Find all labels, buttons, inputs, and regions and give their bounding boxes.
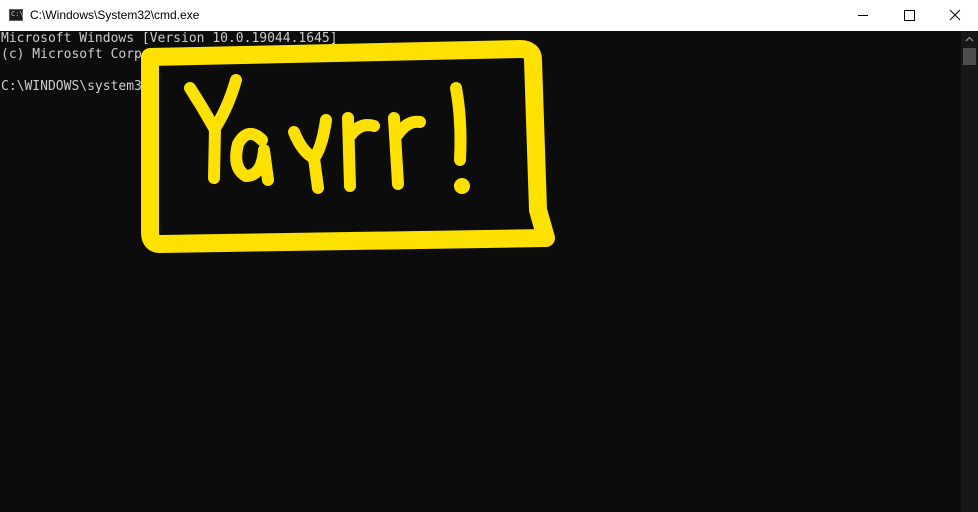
scroll-up-arrow-icon[interactable]	[961, 31, 978, 48]
window-title: C:\Windows\System32\cmd.exe	[30, 8, 200, 22]
maximize-button[interactable]	[886, 0, 932, 31]
close-icon	[949, 9, 961, 21]
console-prompt: C:\WINDOWS\system32>	[1, 79, 158, 94]
cmd-icon-label: C:\	[11, 10, 24, 18]
scrollbar-thumb[interactable]	[963, 48, 976, 65]
maximize-icon	[904, 10, 915, 21]
console-output[interactable]: Microsoft Windows [Version 10.0.19044.16…	[0, 31, 961, 512]
minimize-icon	[858, 15, 868, 16]
title-bar[interactable]: C:\ C:\Windows\System32\cmd.exe	[0, 0, 978, 31]
cmd-window: C:\ C:\Windows\System32\cmd.exe Microsof…	[0, 0, 978, 512]
cmd-icon: C:\	[9, 9, 24, 21]
console-copyright-line: (c) Microsoft Corporation. All rights re…	[1, 47, 369, 62]
minimize-button[interactable]	[840, 0, 886, 31]
console-version-line: Microsoft Windows [Version 10.0.19044.16…	[1, 31, 338, 46]
close-button[interactable]	[932, 0, 978, 31]
vertical-scrollbar[interactable]	[961, 31, 978, 512]
